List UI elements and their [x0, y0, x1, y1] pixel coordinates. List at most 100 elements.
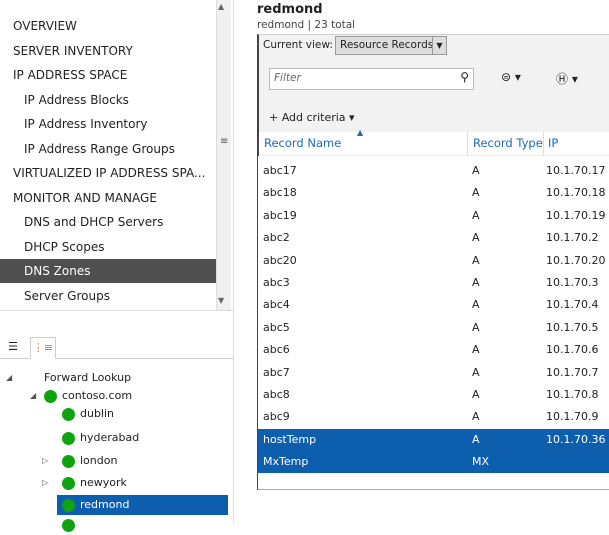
record-name: abc9 [263, 410, 290, 424]
nav-item[interactable]: IP Address Inventory [0, 112, 216, 136]
record-name: MxTemp [263, 455, 309, 469]
search-icon[interactable]: ⚲ [460, 70, 469, 84]
record-name: abc5 [263, 320, 290, 334]
tree-label: contoso.com [62, 389, 133, 402]
table-row[interactable]: abc5 A 10.1.70.5 [258, 317, 609, 339]
record-name: abc7 [263, 365, 290, 379]
record-type: MX [472, 455, 490, 469]
table-row[interactable]: MxTemp MX [258, 451, 609, 474]
nav-item[interactable]: OVERVIEW [0, 14, 216, 38]
columns-menu-button[interactable]: ⊜ ▾ [501, 70, 521, 84]
tree-label: redmond [80, 498, 130, 511]
record-name: abc18 [263, 186, 297, 200]
table-row[interactable]: abc3 A 10.1.70.3 [258, 272, 609, 294]
pane-splitter[interactable] [233, 0, 234, 523]
table-row[interactable]: abc17 A 10.1.70.17 [258, 160, 609, 182]
ip-address: 10.1.70.3 [546, 276, 599, 289]
record-name: abc19 [263, 208, 297, 222]
nav-item[interactable]: DNS and DHCP Servers [0, 210, 216, 234]
ip-address: 10.1.70.36 [546, 432, 606, 446]
ip-address: 10.1.70.2 [546, 231, 599, 245]
ip-address: 10.1.70.20 [546, 253, 606, 267]
tree-node[interactable]: hyderabad [62, 428, 139, 448]
record-type: A [472, 276, 480, 289]
zone-status-icon [62, 454, 75, 468]
nav-item[interactable]: DHCP Scopes [0, 235, 216, 259]
tree-node-zone[interactable]: ◢ contoso.com [30, 386, 133, 406]
record-type: A [472, 410, 480, 424]
tree-node[interactable]: ▷ newyork [42, 473, 127, 493]
record-count: redmond | 23 total [257, 19, 356, 31]
table-row[interactable]: abc9 A 10.1.70.9 [258, 406, 609, 428]
record-type: A [472, 432, 480, 446]
column-header-record-type[interactable]: Record Type [467, 132, 543, 156]
table-header: Record Name ▲ Record Type IP Address [259, 128, 609, 172]
tree-node-forward-lookup[interactable]: ◢ Forward Lookup [6, 368, 132, 388]
nav-item[interactable]: Server Groups [0, 284, 216, 308]
column-header-record-name[interactable]: Record Name [264, 136, 341, 150]
ip-address: 10.1.70.18 [546, 186, 606, 200]
scroll-down-icon[interactable]: ▼ [218, 296, 224, 305]
scroll-grip-icon[interactable]: ≡ [220, 136, 228, 147]
nav-item[interactable]: IP Address Blocks [0, 88, 216, 112]
current-view-select[interactable]: Resource Records ▼ [335, 36, 447, 55]
ip-address: 10.1.70.9 [546, 410, 599, 424]
table-row[interactable]: abc4 A 10.1.70.4 [258, 294, 609, 316]
tree-node[interactable] [62, 515, 80, 535]
tree-node[interactable]: redmond [57, 495, 228, 515]
collapsed-icon[interactable]: ▷ [42, 451, 48, 471]
record-type: A [472, 208, 480, 222]
record-name: hostTemp [263, 432, 317, 446]
list-view-tab[interactable]: ☰ [4, 340, 22, 356]
zone-status-icon [62, 431, 75, 445]
zone-status-icon [44, 389, 57, 403]
table-row[interactable]: abc19 A 10.1.70.19 [258, 205, 609, 227]
scroll-up-icon[interactable]: ▲ [218, 2, 224, 11]
table-row[interactable]: abc20 A 10.1.70.20 [258, 250, 609, 272]
table-row[interactable]: hostTemp A 10.1.70.36 [258, 428, 609, 451]
record-type: A [472, 320, 480, 334]
zone-status-icon [62, 407, 75, 421]
record-type: A [472, 186, 480, 200]
tree-label: Forward Lookup [44, 371, 132, 384]
tree-view-tab[interactable]: ⋮≡ [30, 337, 56, 359]
ip-address: 10.1.70.17 [546, 164, 606, 177]
ip-address: 10.1.70.7 [546, 365, 599, 379]
ip-address: 10.1.70.19 [546, 208, 606, 222]
zone-status-icon [62, 476, 75, 490]
ip-address: 10.1.70.6 [546, 343, 599, 357]
tree-node[interactable]: ▷ london [42, 451, 118, 471]
nav-item[interactable]: IP ADDRESS SPACE [0, 63, 216, 87]
divider [0, 310, 233, 311]
nav-item[interactable]: SERVER INVENTORY [0, 39, 216, 63]
nav-item[interactable]: DNS Zones [0, 259, 216, 283]
zone-status-icon [62, 518, 75, 532]
add-criteria-button[interactable]: + Add criteria ▾ [269, 111, 355, 124]
nav-scrollbar[interactable]: ▲ ≡ ▼ [216, 0, 231, 310]
table-row[interactable]: abc7 A 10.1.70.7 [258, 362, 609, 384]
record-type: A [472, 253, 480, 267]
expanded-icon[interactable]: ◢ [30, 386, 36, 406]
nav-item[interactable]: VIRTUALIZED IP ADDRESS SPA... [0, 161, 216, 185]
record-name: abc2 [263, 231, 290, 245]
table-row[interactable]: abc2 A 10.1.70.2 [258, 227, 609, 249]
table-row[interactable]: abc8 A 10.1.70.8 [258, 384, 609, 406]
current-view-label: Current view: [263, 39, 333, 51]
group-menu-button[interactable]: Ⓗ ▾ [556, 70, 578, 87]
filter-placeholder: Filter [274, 72, 301, 84]
collapsed-icon[interactable]: ▷ [42, 473, 48, 493]
expanded-icon[interactable]: ◢ [6, 368, 12, 388]
filter-input[interactable]: Filter ⚲ [269, 68, 474, 90]
nav-item[interactable]: MONITOR AND MANAGE [0, 186, 216, 210]
nav-item[interactable]: IP Address Range Groups [0, 137, 216, 161]
column-header-ip-address[interactable]: IP Address [543, 132, 609, 172]
record-name: abc20 [263, 253, 297, 267]
page-title: redmond [257, 2, 323, 17]
tree-node[interactable]: dublin [62, 404, 114, 424]
record-type: A [472, 164, 480, 177]
add-criteria-label: + Add criteria [269, 111, 346, 124]
tree-label: london [80, 454, 118, 467]
table-row[interactable]: abc6 A 10.1.70.6 [258, 339, 609, 361]
table-row[interactable]: abc18 A 10.1.70.18 [258, 182, 609, 204]
record-type: A [472, 365, 480, 379]
